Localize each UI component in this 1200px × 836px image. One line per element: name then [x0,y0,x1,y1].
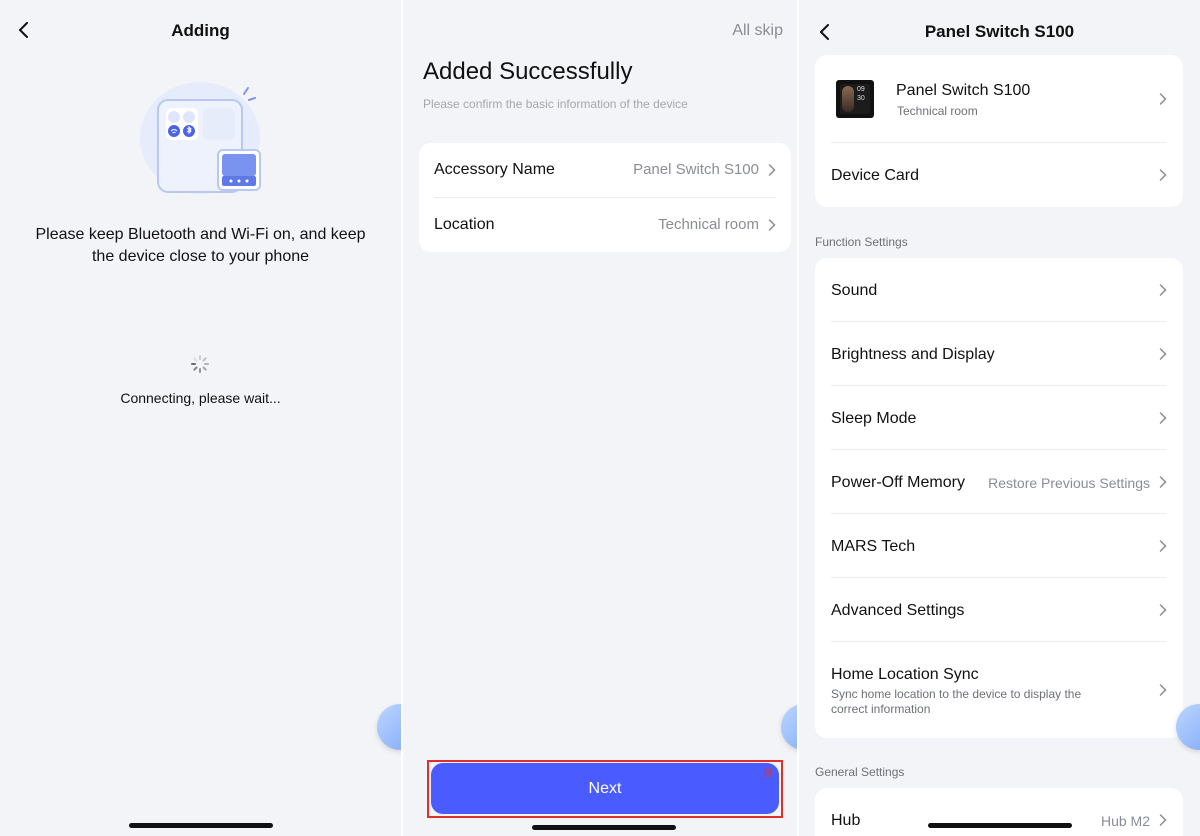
accessory-name-label: Accessory Name [434,161,555,178]
chevron-right-icon [768,164,776,176]
adding-screen: Adding Please keep Bluetooth and Wi-Fi o… [0,0,401,836]
power-off-memory-label: Power-Off Memory [831,474,965,491]
brightness-display-label: Brightness and Display [831,346,995,363]
sleep-mode-row[interactable]: Sleep Mode [815,386,1183,450]
page-title: Adding [171,21,230,40]
hub-value: Hub M2 [1100,813,1150,829]
device-info-card: Accessory Name Panel Switch S100 Locatio… [419,143,791,252]
location-value: Technical room [658,216,759,233]
added-successfully-screen: All skip Added Successfully Please confi… [403,0,798,836]
chevron-right-icon [1159,604,1167,616]
general-settings-header: General Settings [815,765,905,779]
all-skip-button[interactable]: All skip [732,22,783,40]
device-row[interactable]: 09 30 Panel Switch S100 Technical room [815,55,1183,142]
page-title: Panel Switch S100 [924,22,1075,41]
general-settings-card: Hub Hub M2 [815,788,1183,836]
hub-row[interactable]: Hub Hub M2 [815,788,1183,836]
device-screen-minute: 30 [857,95,865,102]
device-settings-screen: Panel Switch S100 09 30 Panel Switch S10… [799,0,1200,836]
advanced-settings-row[interactable]: Advanced Settings [815,578,1183,642]
device-summary-card: 09 30 Panel Switch S100 Technical room D… [815,55,1183,207]
chevron-right-icon [1159,169,1167,181]
chevron-right-icon [1159,476,1167,488]
chevron-right-icon [1159,540,1167,552]
function-settings-card: Sound Brightness and Display Sleep Mode … [815,258,1183,738]
device-card-row[interactable]: Device Card [815,143,1183,207]
hub-label: Hub [831,812,861,829]
assistant-float-icon[interactable] [377,704,401,750]
success-heading: Added Successfully [423,58,633,85]
chevron-right-icon [1159,684,1167,696]
accessory-name-value: Panel Switch S100 [633,161,759,178]
mars-tech-row[interactable]: MARS Tech [815,514,1183,578]
device-card-label: Device Card [831,167,920,184]
chevron-right-icon [1159,93,1167,105]
mars-tech-label: MARS Tech [831,538,916,555]
location-label: Location [434,216,495,233]
chevron-right-icon [1159,814,1167,826]
instruction-text: Please keep Bluetooth and Wi-Fi on, and … [35,226,366,265]
sound-label: Sound [831,282,878,299]
device-screen-hour: 09 [857,86,865,93]
home-indicator [928,823,1072,828]
power-off-memory-value: Restore Previous Settings [988,475,1150,491]
advanced-settings-label: Advanced Settings [831,602,965,619]
home-location-sync-row[interactable]: Home Location Sync Sync home location to… [815,642,1183,738]
device-thumbnail: 09 30 [836,80,874,118]
device-name: Panel Switch S100 [896,82,1031,99]
chevron-right-icon [1159,348,1167,360]
accessory-name-row[interactable]: Accessory Name Panel Switch S100 [419,143,791,197]
home-indicator [532,825,676,830]
chevron-right-icon [1159,284,1167,296]
power-off-memory-row[interactable]: Power-Off Memory Restore Previous Settin… [815,450,1183,514]
next-button[interactable]: Next [431,763,779,814]
home-location-sync-description: Sync home location to the device to disp… [831,687,1082,716]
pairing-illustration [138,80,266,196]
sleep-mode-label: Sleep Mode [831,410,917,427]
brightness-display-row[interactable]: Brightness and Display [815,322,1183,386]
sound-row[interactable]: Sound [815,258,1183,322]
home-indicator [129,823,273,828]
assistant-float-icon[interactable] [781,704,798,750]
connecting-status: Connecting, please wait... [120,390,281,406]
confirm-subheading: Please confirm the basic information of … [423,97,688,111]
home-location-sync-label: Home Location Sync [831,666,979,683]
function-settings-header: Function Settings [815,235,908,249]
chevron-right-icon [768,219,776,231]
device-room: Technical room [897,104,978,118]
annotation-badge: 8 [764,764,772,780]
location-row[interactable]: Location Technical room [419,198,791,252]
chevron-right-icon [1159,412,1167,424]
spinner-icon [190,354,210,374]
